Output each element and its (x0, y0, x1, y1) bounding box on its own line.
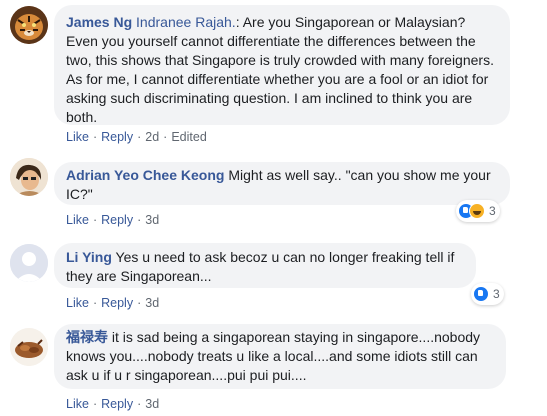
tiger-avatar-icon (10, 6, 48, 44)
haha-reaction-icon (469, 203, 485, 219)
like-reaction-icon (473, 286, 489, 302)
timestamp[interactable]: 3d (145, 397, 159, 411)
reaction-count: 3 (493, 287, 500, 301)
comment-bubble: 福禄寿 it is sad being a singaporean stayin… (54, 324, 506, 389)
avatar[interactable] (10, 328, 48, 366)
like-button[interactable]: Like (66, 213, 89, 227)
default-avatar-icon (10, 244, 48, 282)
reactions-summary[interactable]: 3 (471, 283, 504, 305)
timestamp[interactable]: 3d (145, 296, 159, 310)
reply-button[interactable]: Reply (101, 296, 133, 310)
like-button[interactable]: Like (66, 130, 89, 144)
comment-actions: Like · Reply · 3d (66, 213, 160, 227)
comment-actions: Like · Reply · 3d (66, 296, 160, 310)
reactions-summary[interactable]: 3 (456, 200, 500, 222)
reply-button[interactable]: Reply (101, 397, 133, 411)
like-button[interactable]: Like (66, 397, 89, 411)
mention-link[interactable]: Indranee Rajah. (136, 14, 236, 30)
comment-actions: Like · Reply · 2d · Edited (66, 130, 207, 144)
reaction-count: 3 (489, 204, 496, 218)
timestamp[interactable]: 2d (145, 130, 159, 144)
comment-actions: Like · Reply · 3d (66, 397, 160, 411)
reply-button[interactable]: Reply (101, 130, 133, 144)
reply-button[interactable]: Reply (101, 213, 133, 227)
person-avatar-icon (10, 158, 48, 196)
avatar[interactable] (10, 6, 48, 44)
comment-author[interactable]: James Ng (66, 14, 132, 30)
comment-text: it is sad being a singaporean staying in… (66, 329, 481, 383)
comment-author[interactable]: Li Ying (66, 249, 112, 265)
dish-avatar-icon (10, 328, 48, 366)
avatar[interactable] (10, 158, 48, 196)
edited-label[interactable]: Edited (171, 130, 206, 144)
comment-bubble: Li Ying Yes u need to ask becoz u can no… (54, 243, 476, 288)
avatar[interactable] (10, 244, 48, 282)
comment-text: Yes u need to ask becoz u can no longer … (66, 249, 455, 284)
timestamp[interactable]: 3d (145, 213, 159, 227)
comment-author[interactable]: Adrian Yeo Chee Keong (66, 167, 224, 183)
comment-author[interactable]: 福禄寿 (66, 329, 108, 345)
comment-bubble: James Ng Indranee Rajah.: Are you Singap… (54, 5, 510, 125)
like-button[interactable]: Like (66, 296, 89, 310)
comment-bubble: Adrian Yeo Chee Keong Might as well say.… (54, 162, 510, 205)
comment-text: : Are you Singaporean or Malaysian? Even… (66, 14, 494, 125)
